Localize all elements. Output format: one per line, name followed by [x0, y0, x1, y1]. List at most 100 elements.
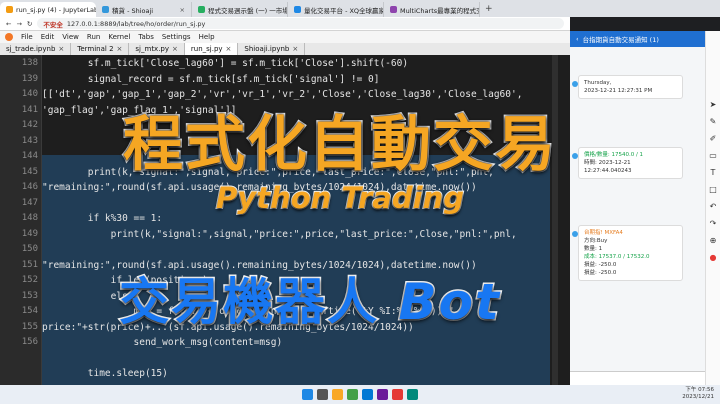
- code-line: sf.m_tick['Close_lag60'] = sf.m_tick['Cl…: [42, 58, 409, 69]
- line-number: 139: [21, 73, 38, 84]
- code-line: signal_record = sf.m_tick[sf.m_tick['sig…: [42, 73, 380, 85]
- favicon-icon: [390, 6, 397, 13]
- close-icon[interactable]: ×: [58, 45, 64, 53]
- file-tab-label: sj_mtx.py: [135, 45, 170, 53]
- line-number: 153: [21, 290, 38, 301]
- browser-tab-1[interactable]: 積貨 - Shioaji ×: [96, 2, 192, 17]
- file-tab-bar: sj_trade.ipynb × Terminal 2 × sj_mtx.py × r…: [0, 43, 570, 55]
- record-icon[interactable]: ●: [709, 254, 717, 262]
- code-line: if k%30 == 1:: [42, 213, 163, 224]
- close-icon[interactable]: ×: [226, 45, 232, 53]
- windows-start-icon[interactable]: [302, 389, 313, 400]
- menu-run[interactable]: Run: [87, 33, 100, 41]
- app-icon[interactable]: [377, 389, 388, 400]
- message-line: 台期指! MXFA4: [584, 230, 623, 236]
- close-icon[interactable]: ×: [292, 45, 298, 53]
- message-line: 損益: -250.0: [584, 270, 617, 276]
- close-tab-icon[interactable]: ×: [180, 6, 185, 14]
- line-number: 143: [21, 135, 38, 146]
- browser-tab-4[interactable]: MultiCharts最專業的程式交易…×: [384, 2, 480, 17]
- text-icon[interactable]: T: [709, 169, 717, 177]
- browser-tab-0[interactable]: run_sj.py (4) - JupyterLab×: [0, 2, 96, 17]
- pointer-icon[interactable]: ➤: [709, 101, 717, 109]
- message-line: 成本: 17537.0 / 17532.0: [584, 254, 650, 260]
- line-number: 149: [21, 228, 38, 239]
- url-text: 127.0.0.1:8889/lab/tree/ho/order/run_sj.…: [66, 19, 206, 28]
- security-warning[interactable]: 不安全: [43, 19, 63, 29]
- chrome-icon[interactable]: [347, 389, 358, 400]
- line-number: 141: [21, 104, 38, 115]
- shape-icon[interactable]: □: [709, 186, 717, 194]
- menu-tabs[interactable]: Tabs: [138, 33, 154, 41]
- new-tab-button[interactable]: +: [480, 4, 498, 14]
- pen-icon[interactable]: ✎: [709, 118, 717, 126]
- line-number: 142: [21, 120, 38, 130]
- line-number: 152: [21, 275, 38, 285]
- message-line: Thursday,: [584, 80, 612, 86]
- close-icon[interactable]: ×: [117, 45, 123, 53]
- clock-date: 2023/12/21: [682, 394, 714, 400]
- marker-icon[interactable]: ✐: [709, 135, 717, 143]
- browser-tab-label: 程式交易週示盤 (一) 一市場運…: [208, 6, 287, 15]
- menu-file[interactable]: File: [21, 33, 33, 41]
- menu-settings[interactable]: Settings: [162, 33, 191, 41]
- menu-edit[interactable]: Edit: [41, 33, 55, 41]
- line-number: 138: [21, 58, 38, 68]
- line-number: 147: [21, 197, 38, 208]
- line-number: 148: [21, 213, 38, 223]
- chat-title: 台指期貨自動交易通知 (1): [582, 36, 659, 44]
- code-line: print(k,"signal:",signal,"price:",price,…: [42, 228, 517, 240]
- line-number-gutter: 138 139 140 141 142 143 144 145 146 147 148 149 150 1…: [10, 55, 42, 385]
- clock-time: 下午 07:56: [685, 387, 714, 393]
- file-tab-3[interactable]: run_sj.py ×: [184, 43, 239, 55]
- overlay-bot-title: 交易機器人 Bot: [60, 262, 560, 334]
- back-arrow-icon[interactable]: ‹: [576, 35, 579, 43]
- search-icon[interactable]: [317, 389, 328, 400]
- file-tab-label: Shioaji.ipynb: [244, 45, 290, 53]
- undo-icon[interactable]: ↶: [709, 203, 717, 211]
- edge-icon[interactable]: [362, 389, 373, 400]
- eraser-icon[interactable]: ▭: [709, 152, 717, 160]
- redo-icon[interactable]: ↷: [709, 220, 717, 228]
- file-tab-4[interactable]: Shioaji.ipynb ×: [238, 43, 306, 55]
- message-line: 數量: 1: [584, 246, 603, 252]
- file-tab-0[interactable]: sj_trade.ipynb ×: [0, 43, 72, 55]
- file-tab-label: sj_trade.ipynb: [6, 45, 56, 53]
- file-explorer-icon[interactable]: [332, 389, 343, 400]
- line-number: 156: [21, 337, 38, 347]
- browser-tab-label: 量化交易平台 - XQ全球贏家: [304, 6, 384, 15]
- bot-title-cn: 交易機器人: [118, 272, 380, 333]
- reload-icon[interactable]: ↻: [27, 20, 32, 28]
- line-number: 154: [21, 306, 38, 316]
- message-line: 2023-12-21 12:27:31 PM: [584, 88, 653, 94]
- menu-kernel[interactable]: Kernel: [108, 33, 130, 41]
- line-number: 155: [21, 321, 38, 332]
- browser-tab-label: MultiCharts最專業的程式交易…: [400, 6, 479, 15]
- taskbar: 下午 07:56 2023/12/21: [0, 385, 720, 404]
- jupyter-logo-icon: [5, 33, 13, 41]
- left-sidebar[interactable]: [0, 55, 10, 385]
- url-field[interactable]: 不安全 127.0.0.1:8889/lab/tree/ho/order/run…: [37, 18, 564, 29]
- forward-icon[interactable]: →: [16, 20, 21, 28]
- chat-input[interactable]: [570, 371, 705, 385]
- file-tab-2[interactable]: sj_mtx.py ×: [129, 43, 185, 55]
- favicon-icon: [198, 6, 205, 13]
- favicon-icon: [102, 6, 109, 13]
- overlay-subtitle: Python Trading: [215, 180, 465, 216]
- message-bubble: 台期指! MXFA4 方向:Buy 數量: 1 成本: 17537.0 / 17…: [578, 225, 683, 281]
- menu-view[interactable]: View: [62, 33, 79, 41]
- browser-tab-3[interactable]: 量化交易平台 - XQ全球贏家×: [288, 2, 384, 17]
- close-icon[interactable]: ×: [172, 45, 178, 53]
- browser-tab-2[interactable]: 程式交易週示盤 (一) 一市場運…×: [192, 2, 288, 17]
- browser-tab-label: 積貨 - Shioaji: [112, 6, 154, 15]
- zoom-icon[interactable]: ⊕: [709, 237, 717, 245]
- code-line: send_work_msg(content=msg): [42, 337, 283, 348]
- back-icon[interactable]: ←: [6, 20, 11, 28]
- system-clock[interactable]: 下午 07:56 2023/12/21: [682, 387, 714, 401]
- app-icon[interactable]: [407, 389, 418, 400]
- app-icon[interactable]: [392, 389, 403, 400]
- file-tab-1[interactable]: Terminal 2 ×: [71, 43, 130, 55]
- menu-help[interactable]: Help: [199, 33, 215, 41]
- address-bar: ← → ↻ 不安全 127.0.0.1:8889/lab/tree/ho/ord…: [0, 17, 570, 31]
- line-number: 144: [21, 151, 38, 161]
